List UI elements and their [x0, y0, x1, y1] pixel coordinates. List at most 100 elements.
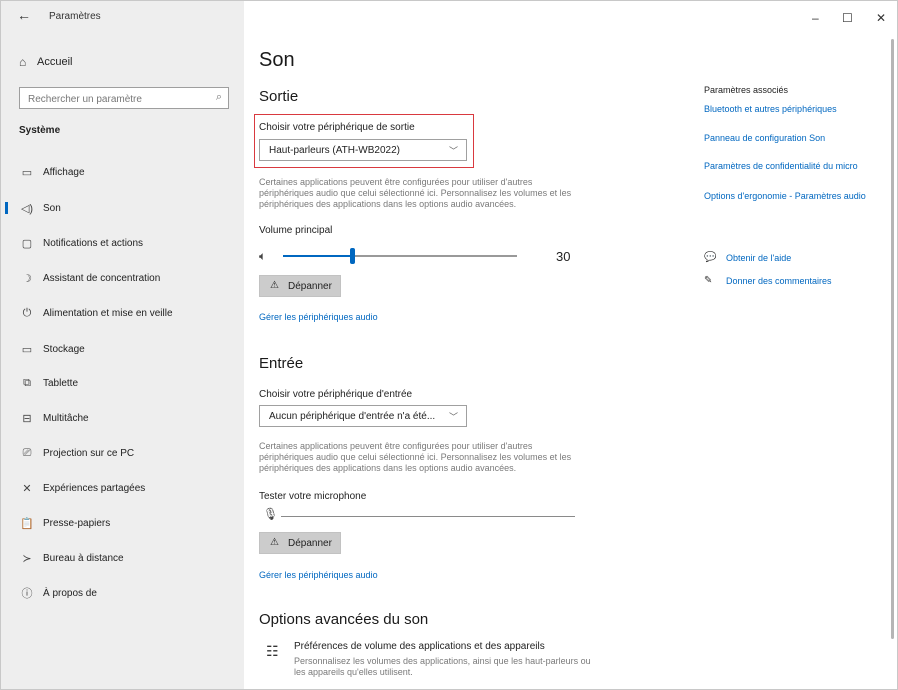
input-device-label: Choisir votre périphérique d'entrée [259, 389, 413, 400]
sidebar-item-label: Alimentation et mise en veille [43, 307, 173, 319]
button-label: Dépanner [288, 538, 332, 549]
help-chat-icon: 💬 [704, 252, 717, 263]
multitask-icon: ⊟ [22, 412, 32, 425]
sidebar-item-affichage[interactable]: ▭ Affichage [1, 160, 244, 184]
sound-control-panel-link[interactable]: Panneau de configuration Son [704, 133, 882, 144]
sidebar-item-about[interactable]: ⓘ À propos de [1, 581, 244, 605]
volume-slider[interactable]: 🔈︎ [259, 247, 559, 267]
storage-icon: ▭ [21, 343, 33, 356]
sidebar-item-power[interactable]: ⏻ Alimentation et mise en veille [1, 301, 244, 325]
feedback-icon: ✎ [704, 275, 713, 286]
advanced-heading: Options avancées du son [259, 611, 429, 628]
shared-experiences-icon: ✕ [22, 482, 32, 495]
sidebar-item-label: Notifications et actions [43, 237, 144, 249]
sidebar-item-shared-experiences[interactable]: ✕ Expériences partagées [1, 476, 244, 500]
title-bar: ← Paramètres [1, 1, 244, 33]
sidebar-item-label: Multitâche [43, 412, 89, 424]
sidebar-item-label: Tablette [43, 377, 79, 389]
mic-test-label: Tester votre microphone [259, 491, 367, 502]
output-description: Certaines applications peuvent être conf… [259, 177, 572, 209]
home-label: Accueil [37, 56, 73, 68]
advanced-item-title: Préférences de volume des applications e… [294, 641, 545, 652]
input-device-select[interactable]: Aucun périphérique d'entrée n'a été... ﹀ [259, 405, 467, 427]
maximize-icon[interactable]: ☐ [842, 11, 853, 25]
advanced-item-description: Personnalisez les volumes des applicatio… [294, 656, 591, 677]
sidebar-item-label: Bureau à distance [43, 552, 124, 564]
sidebar-item-remote-desktop[interactable]: ≻ Bureau à distance [1, 546, 244, 570]
home-link[interactable]: ⌂ Accueil [19, 53, 72, 71]
settings-window: ← Paramètres ⌂ Accueil ⌕ Système ▭ Affic… [0, 0, 898, 690]
chevron-down-icon: ﹀ [448, 146, 458, 156]
power-icon: ⏻ [22, 306, 32, 319]
sidebar-item-multitasking[interactable]: ⊟ Multitâche [1, 406, 244, 430]
volume-value: 30 [556, 249, 571, 264]
get-help-label: Obtenir de l'aide [726, 253, 792, 263]
sidebar-item-storage[interactable]: ▭ Stockage [1, 337, 244, 361]
projection-icon: ⎚ [22, 446, 32, 459]
minimize-icon[interactable]: – [812, 11, 819, 25]
sidebar-item-label: Assistant de concentration [43, 272, 161, 284]
clipboard-icon: 📋 [20, 517, 34, 530]
speaker-icon[interactable]: 🔈︎ [259, 249, 266, 264]
button-label: Dépanner [288, 281, 332, 292]
bluetooth-link[interactable]: Bluetooth et autres périphériques [704, 104, 882, 115]
scrollbar[interactable] [891, 39, 894, 639]
microphone-icon: 🎙︎ [263, 507, 279, 521]
manage-input-devices-link[interactable]: Gérer les périphériques audio [259, 570, 378, 580]
window-title: Paramètres [49, 11, 101, 22]
sidebar-item-label: Stockage [43, 343, 85, 355]
search-input[interactable] [20, 88, 210, 110]
sidebar-item-label: Affichage [43, 166, 85, 178]
page-title: Son [259, 49, 295, 71]
sidebar-item-projection[interactable]: ⎚ Projection sur ce PC [1, 441, 244, 465]
moon-icon: ☽ [22, 272, 32, 285]
sidebar-item-label: Projection sur ce PC [43, 447, 135, 459]
remote-desktop-icon: ≻ [22, 552, 32, 565]
input-description: Certaines applications peuvent être conf… [259, 441, 572, 473]
input-heading: Entrée [259, 355, 304, 372]
output-device-value: Haut-parleurs (ATH-WB2022) [269, 145, 400, 156]
sidebar: ← Paramètres ⌂ Accueil ⌕ Système ▭ Affic… [1, 1, 244, 689]
output-heading: Sortie [259, 88, 299, 105]
troubleshoot-input-button[interactable]: ⚠ Dépanner [259, 532, 341, 554]
slider-thumb[interactable] [350, 248, 355, 264]
close-icon[interactable]: ✕ [876, 11, 886, 25]
sidebar-item-label: À propos de [43, 587, 97, 599]
related-settings-title: Paramètres associés [704, 85, 789, 95]
ease-of-access-audio-link[interactable]: Options d'ergonomie - Paramètres audio [704, 191, 882, 202]
warning-icon: ⚠ [270, 537, 279, 548]
mic-level-bar [281, 516, 575, 517]
notification-icon: ▢ [21, 237, 33, 250]
search-icon[interactable]: ⌕ [216, 91, 222, 104]
mixer-icon: ☷ [266, 643, 279, 659]
sidebar-item-son[interactable]: ◁) Son [1, 196, 244, 220]
display-icon: ▭ [21, 166, 33, 179]
manage-output-devices-link[interactable]: Gérer les périphériques audio [259, 312, 378, 322]
info-icon: ⓘ [21, 588, 33, 600]
sidebar-item-clipboard[interactable]: 📋 Presse-papiers [1, 511, 244, 535]
input-device-value: Aucun périphérique d'entrée n'a été... [269, 411, 436, 422]
section-title: Système [19, 125, 61, 136]
troubleshoot-output-button[interactable]: ⚠ Dépanner [259, 275, 341, 297]
output-device-label: Choisir votre périphérique de sortie [259, 122, 415, 133]
home-icon: ⌂ [19, 55, 27, 69]
output-device-select[interactable]: Haut-parleurs (ATH-WB2022) ﹀ [259, 139, 467, 161]
mic-privacy-link[interactable]: Paramètres de confidentialité du micro [704, 161, 882, 172]
sidebar-item-focus-assist[interactable]: ☽ Assistant de concentration [1, 266, 244, 290]
sidebar-item-label: Presse-papiers [43, 517, 111, 529]
sidebar-item-label: Son [43, 202, 61, 214]
sidebar-item-label: Expériences partagées [43, 482, 146, 494]
give-feedback-label: Donner des commentaires [726, 276, 832, 286]
chevron-down-icon: ﹀ [448, 412, 458, 422]
search-box[interactable]: ⌕ [19, 87, 229, 110]
slider-fill [283, 255, 352, 257]
mic-level-meter: 🎙︎ [259, 507, 579, 525]
speaker-icon: ◁) [20, 202, 34, 215]
sidebar-item-tablet[interactable]: ⧉ Tablette [1, 371, 244, 395]
back-arrow-icon[interactable]: ← [17, 7, 31, 23]
main-content: – ☐ ✕ Son Sortie Choisir votre périphéri… [244, 1, 897, 689]
sidebar-item-notifications[interactable]: ▢ Notifications et actions [1, 231, 244, 255]
volume-label: Volume principal [259, 225, 333, 236]
warning-icon: ⚠ [270, 280, 279, 291]
tablet-icon: ⧉ [23, 376, 31, 389]
